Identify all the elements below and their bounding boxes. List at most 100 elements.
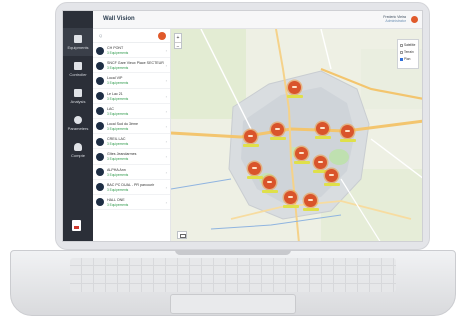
map-marker-label bbox=[283, 205, 299, 208]
map-view[interactable]: + − Satellite Terrain Plan bbox=[171, 29, 422, 241]
map-marker[interactable] bbox=[316, 122, 329, 135]
sidebar-item-controller[interactable]: Controller bbox=[63, 56, 93, 83]
sidebar-item-compte[interactable]: Compte bbox=[63, 137, 93, 164]
layer-option[interactable]: Satellite bbox=[400, 42, 416, 49]
gear-icon bbox=[74, 116, 82, 124]
chevron-right-icon: › bbox=[165, 139, 167, 145]
site-name: CH PONT bbox=[107, 46, 124, 50]
map-marker[interactable] bbox=[325, 169, 338, 182]
map-marker[interactable] bbox=[244, 130, 257, 143]
site-name: Le Lac 21 bbox=[107, 91, 123, 96]
sidebar-item-label: Analysis bbox=[70, 99, 86, 104]
location-pin-icon bbox=[96, 152, 104, 161]
building-icon bbox=[74, 35, 82, 43]
map-marker[interactable] bbox=[284, 191, 297, 204]
list-item[interactable]: CH PONT 3 Equipements › bbox=[93, 43, 170, 59]
site-equipment-count: 3 Equipements bbox=[107, 126, 129, 131]
map-marker[interactable] bbox=[288, 81, 301, 94]
laptop-trackpad bbox=[170, 294, 296, 314]
site-equipment-count: 3 Equipements bbox=[107, 142, 129, 147]
site-name: Local VIP bbox=[107, 76, 123, 81]
site-equipment-count: 3 Equipements bbox=[107, 187, 129, 192]
map-layer-switcher[interactable]: Satellite Terrain Plan bbox=[397, 39, 419, 69]
map-marker-label bbox=[270, 137, 286, 140]
fullscreen-icon[interactable] bbox=[177, 231, 187, 239]
chevron-right-icon: › bbox=[165, 154, 167, 160]
zoom-in-button[interactable]: + bbox=[175, 34, 181, 43]
map-marker-label bbox=[324, 183, 340, 186]
laptop-hinge bbox=[175, 250, 291, 255]
chevron-right-icon: › bbox=[165, 93, 167, 99]
chart-icon bbox=[74, 89, 82, 97]
layer-option[interactable]: Terrain bbox=[400, 49, 416, 56]
location-pin-icon bbox=[96, 76, 104, 85]
page-title: Wall Vision bbox=[103, 16, 135, 22]
avatar[interactable] bbox=[411, 16, 418, 23]
checkbox-icon bbox=[400, 43, 403, 47]
site-name: LAC bbox=[107, 106, 114, 111]
checkbox-icon bbox=[400, 57, 403, 61]
map-marker[interactable] bbox=[263, 176, 276, 189]
laptop-screen: Equipments Controller Analysis Parameter… bbox=[62, 10, 423, 242]
user-role: Administrator bbox=[385, 19, 406, 23]
list-item[interactable]: Local Sud du 3ème 3 Equipements › bbox=[93, 119, 170, 135]
list-item[interactable]: Le Lac 21 3 Equipements › bbox=[93, 89, 170, 104]
user-info[interactable]: Frederic Vieira Administrator bbox=[383, 15, 406, 23]
chevron-right-icon: › bbox=[165, 199, 167, 205]
sidebar: Equipments Controller Analysis Parameter… bbox=[63, 11, 93, 241]
site-equipment-count: 3 Equipements bbox=[107, 66, 129, 71]
location-pin-icon bbox=[96, 92, 104, 101]
map-marker-label bbox=[243, 144, 259, 147]
chevron-right-icon: › bbox=[165, 169, 167, 175]
list-item[interactable]: BAC PC DUAL - PR parcourir 3 Equipements › bbox=[93, 180, 170, 195]
location-pin-icon bbox=[96, 198, 104, 207]
zoom-out-button[interactable]: − bbox=[175, 43, 181, 51]
map-marker-label bbox=[303, 208, 319, 211]
map-marker-label bbox=[340, 139, 356, 142]
site-equipment-count: 3 Equipements bbox=[107, 202, 129, 207]
zoom-control[interactable]: + − bbox=[174, 33, 182, 51]
location-pin-icon bbox=[96, 61, 104, 70]
user-icon bbox=[74, 143, 82, 151]
chevron-right-icon: › bbox=[165, 184, 167, 190]
site-list-panel: Q CH PONT 3 Equipements › SNCF Gare Vieux P… bbox=[93, 29, 171, 241]
list-item[interactable]: HALL ONE 3 Equipements › bbox=[93, 195, 170, 211]
map-marker[interactable] bbox=[248, 162, 261, 175]
layer-option[interactable]: Plan bbox=[400, 56, 416, 63]
map-marker[interactable] bbox=[295, 147, 308, 160]
site-name: ALPHA Ann bbox=[107, 167, 126, 172]
site-list: CH PONT 3 Equipements › SNCF Gare Vieux Pla… bbox=[93, 43, 170, 211]
location-pin-icon bbox=[96, 168, 104, 176]
list-item[interactable]: ALPHA Ann 3 Equipements › bbox=[93, 165, 170, 180]
map-marker[interactable] bbox=[314, 156, 327, 169]
chevron-right-icon: › bbox=[165, 63, 167, 69]
sidebar-item-analysis[interactable]: Analysis bbox=[63, 83, 93, 110]
top-bar: Wall Vision Frederic Vieira Administrato… bbox=[93, 11, 422, 29]
list-item[interactable]: CREIL LAC 3 Equipements › bbox=[93, 134, 170, 150]
list-item[interactable]: Local VIP 3 Equipements › bbox=[93, 73, 170, 89]
sidebar-item-label: Equipments bbox=[67, 45, 89, 50]
search-input[interactable]: Q bbox=[99, 33, 102, 38]
chevron-right-icon: › bbox=[165, 123, 167, 129]
location-pin-icon bbox=[96, 46, 104, 55]
map-marker-label bbox=[262, 190, 278, 193]
laptop-keyboard bbox=[70, 258, 396, 292]
sidebar-item-parameters[interactable]: Parameters bbox=[63, 110, 93, 137]
list-item[interactable]: SNCF Gare Vieux Place SECTEUR 3 Equipemen… bbox=[93, 58, 170, 74]
laptop-mockup: Equipments Controller Analysis Parameter… bbox=[0, 0, 466, 322]
site-equipment-count: 3 Equipements bbox=[107, 96, 129, 101]
pdf-icon[interactable] bbox=[72, 220, 81, 231]
map-marker[interactable] bbox=[341, 125, 354, 138]
list-item[interactable]: LAC 3 Equipements › bbox=[93, 104, 170, 119]
search-bar[interactable]: Q bbox=[93, 29, 170, 43]
map-marker-label bbox=[247, 176, 263, 179]
sidebar-item-equipments[interactable]: Equipments bbox=[63, 29, 93, 56]
list-item[interactable]: Gîtes Jeandarmes 3 Equipements › bbox=[93, 149, 170, 165]
checkbox-icon bbox=[400, 50, 403, 54]
map-marker[interactable] bbox=[304, 194, 317, 207]
sidebar-item-label: Controller bbox=[69, 72, 87, 77]
app-logo[interactable] bbox=[63, 11, 93, 29]
map-marker[interactable] bbox=[271, 123, 284, 136]
site-name: Gîtes Jeandarmes bbox=[107, 152, 137, 157]
add-button[interactable] bbox=[158, 32, 166, 40]
